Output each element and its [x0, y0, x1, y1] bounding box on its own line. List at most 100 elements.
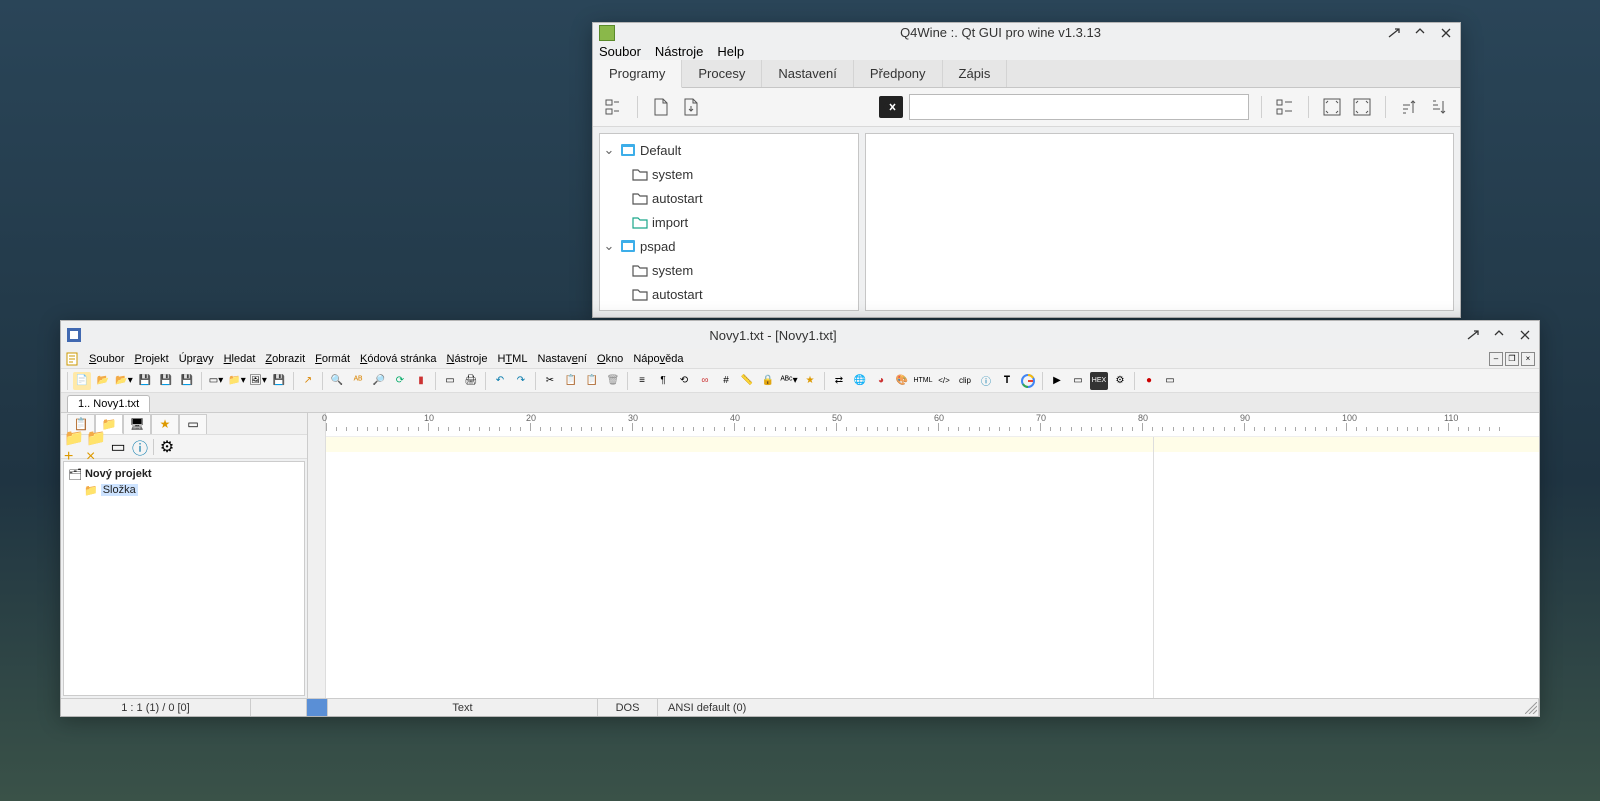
- menu-nastroje[interactable]: Nástroje: [446, 353, 487, 365]
- search-input[interactable]: [909, 94, 1249, 120]
- new-icon[interactable]: 📄: [73, 372, 91, 390]
- print-icon[interactable]: 🖨: [462, 372, 480, 390]
- goto-icon[interactable]: ⟳: [391, 372, 409, 390]
- tab-procesy[interactable]: Procesy: [682, 60, 762, 87]
- font-icon[interactable]: 𝐓: [998, 372, 1016, 390]
- zoom-in-icon[interactable]: [1321, 96, 1343, 118]
- open-icon[interactable]: 📂: [94, 372, 112, 390]
- pilcrow-icon[interactable]: ¶: [654, 372, 672, 390]
- text-editor[interactable]: [326, 437, 1539, 698]
- project-tree[interactable]: 🗂 Nový projekt 📁 Složka: [63, 461, 305, 696]
- menu-napoveda[interactable]: Nápověda: [633, 353, 683, 365]
- hex-icon[interactable]: HEX: [1090, 372, 1108, 390]
- tab-nastaveni[interactable]: Nastavení: [762, 60, 854, 87]
- export-file-icon[interactable]: [680, 96, 702, 118]
- folder-icon[interactable]: 📁▾: [228, 372, 246, 390]
- search-icon[interactable]: 🔍: [328, 372, 346, 390]
- terminal-icon[interactable]: ▭: [1069, 372, 1087, 390]
- tree-node-system[interactable]: system: [632, 162, 856, 186]
- prefix-tree[interactable]: ⌄ Default system autostart import ⌄ pspa…: [599, 133, 859, 311]
- sort-asc-icon[interactable]: [1398, 96, 1420, 118]
- refresh-icon[interactable]: ⓘ: [131, 438, 149, 456]
- lock-icon[interactable]: 🔒: [759, 372, 777, 390]
- compare-icon[interactable]: ⇄: [830, 372, 848, 390]
- zoom-out-icon[interactable]: [1351, 96, 1373, 118]
- tab-predpony[interactable]: Předpony: [854, 60, 943, 87]
- tool-icon[interactable]: ⚙: [1111, 372, 1129, 390]
- redo-icon[interactable]: ↷: [512, 372, 530, 390]
- save-icon[interactable]: 💾: [136, 372, 154, 390]
- gutter[interactable]: [308, 413, 326, 698]
- syntax-icon[interactable]: ∞: [696, 372, 714, 390]
- close-button[interactable]: [1438, 25, 1454, 41]
- tree-collapse-icon[interactable]: [603, 96, 625, 118]
- run-icon[interactable]: ▶: [1048, 372, 1066, 390]
- saveas-icon[interactable]: 💾: [178, 372, 196, 390]
- menu-hledat[interactable]: Hledat: [224, 353, 256, 365]
- new-file-icon[interactable]: [650, 96, 672, 118]
- palette-icon[interactable]: 🎨: [893, 372, 911, 390]
- chevron-down-icon[interactable]: ⌄: [602, 238, 616, 254]
- maximize-button[interactable]: [1491, 327, 1507, 343]
- add-folder-icon[interactable]: 📁+: [65, 438, 83, 456]
- info-icon[interactable]: ⓘ: [977, 372, 995, 390]
- image-icon[interactable]: 🖼▾: [249, 372, 267, 390]
- maximize-button[interactable]: [1412, 25, 1428, 41]
- status-mode[interactable]: Text: [328, 699, 598, 716]
- menu-upravy[interactable]: Úpravy: [179, 353, 214, 365]
- menu-nastaveni[interactable]: Nastavení: [537, 353, 587, 365]
- record-icon[interactable]: ●: [1140, 372, 1158, 390]
- minimize-button[interactable]: [1386, 25, 1402, 41]
- html-icon[interactable]: HTML: [914, 372, 932, 390]
- menu-soubor[interactable]: Soubor: [89, 353, 124, 365]
- tag-icon[interactable]: </>: [935, 372, 953, 390]
- pspad-titlebar[interactable]: Novy1.txt - [Novy1.txt]: [61, 321, 1539, 349]
- project-folder[interactable]: 📁 Složka: [84, 482, 300, 498]
- tree-node-pspad[interactable]: ⌄ pspad: [602, 234, 856, 258]
- minimize-button[interactable]: [1465, 327, 1481, 343]
- star-icon[interactable]: ★: [801, 372, 819, 390]
- list-view-icon[interactable]: [1274, 96, 1296, 118]
- tree-node-autostart[interactable]: autostart: [632, 282, 856, 306]
- tree-node-autostart[interactable]: autostart: [632, 186, 856, 210]
- copy-icon[interactable]: 📋: [562, 372, 580, 390]
- menu-zobrazit[interactable]: Zobrazit: [265, 353, 305, 365]
- chevron-down-icon[interactable]: ⌄: [602, 142, 616, 158]
- indent-icon[interactable]: ≡: [633, 372, 651, 390]
- mdi-minimize-button[interactable]: –: [1489, 352, 1503, 366]
- open-dropdown-icon[interactable]: 📂▾: [115, 372, 133, 390]
- menu-projekt[interactable]: Projekt: [134, 353, 168, 365]
- status-encoding[interactable]: ANSI default (0): [658, 699, 1539, 716]
- menu-help[interactable]: Help: [717, 44, 744, 59]
- tab-programy[interactable]: Programy: [593, 60, 682, 88]
- clear-search-icon[interactable]: [879, 96, 903, 118]
- globe-icon[interactable]: 🌐: [851, 372, 869, 390]
- sidetab-history[interactable]: ▭: [179, 414, 207, 434]
- menu-format[interactable]: Formát: [315, 353, 350, 365]
- project-root[interactable]: 🗂 Nový projekt: [68, 466, 300, 482]
- delete-icon[interactable]: 🗑: [604, 372, 622, 390]
- tree-node-import[interactable]: import: [632, 210, 856, 234]
- program-list-pane[interactable]: [865, 133, 1454, 311]
- replace-icon[interactable]: ᴬᴮ: [349, 372, 367, 390]
- spell-icon[interactable]: ᴬᴮᶜ▾: [780, 372, 798, 390]
- cut-icon[interactable]: ✂: [541, 372, 559, 390]
- wrap-icon[interactable]: ⟲: [675, 372, 693, 390]
- disk-icon[interactable]: 💾: [270, 372, 288, 390]
- clip-icon[interactable]: clip: [956, 372, 974, 390]
- sidetab-ftp[interactable]: 🖥: [123, 414, 151, 434]
- del-folder-icon[interactable]: 📁×: [87, 438, 105, 456]
- menu-html[interactable]: HTML: [497, 353, 527, 365]
- tab-zapis[interactable]: Zápis: [943, 60, 1008, 87]
- status-color-box[interactable]: [307, 699, 328, 716]
- resize-grip[interactable]: [1525, 702, 1537, 714]
- menu-nastroje[interactable]: Nástroje: [655, 44, 703, 59]
- line-num-icon[interactable]: #: [717, 372, 735, 390]
- arrow-icon[interactable]: ↗: [299, 372, 317, 390]
- google-icon[interactable]: [1019, 372, 1037, 390]
- tree-node-default[interactable]: ⌄ Default: [602, 138, 856, 162]
- settings-icon[interactable]: ⚙: [158, 438, 176, 456]
- bookmark-icon[interactable]: ▮: [412, 372, 430, 390]
- preview-icon[interactable]: ▭: [441, 372, 459, 390]
- menu-okno[interactable]: Okno: [597, 353, 623, 365]
